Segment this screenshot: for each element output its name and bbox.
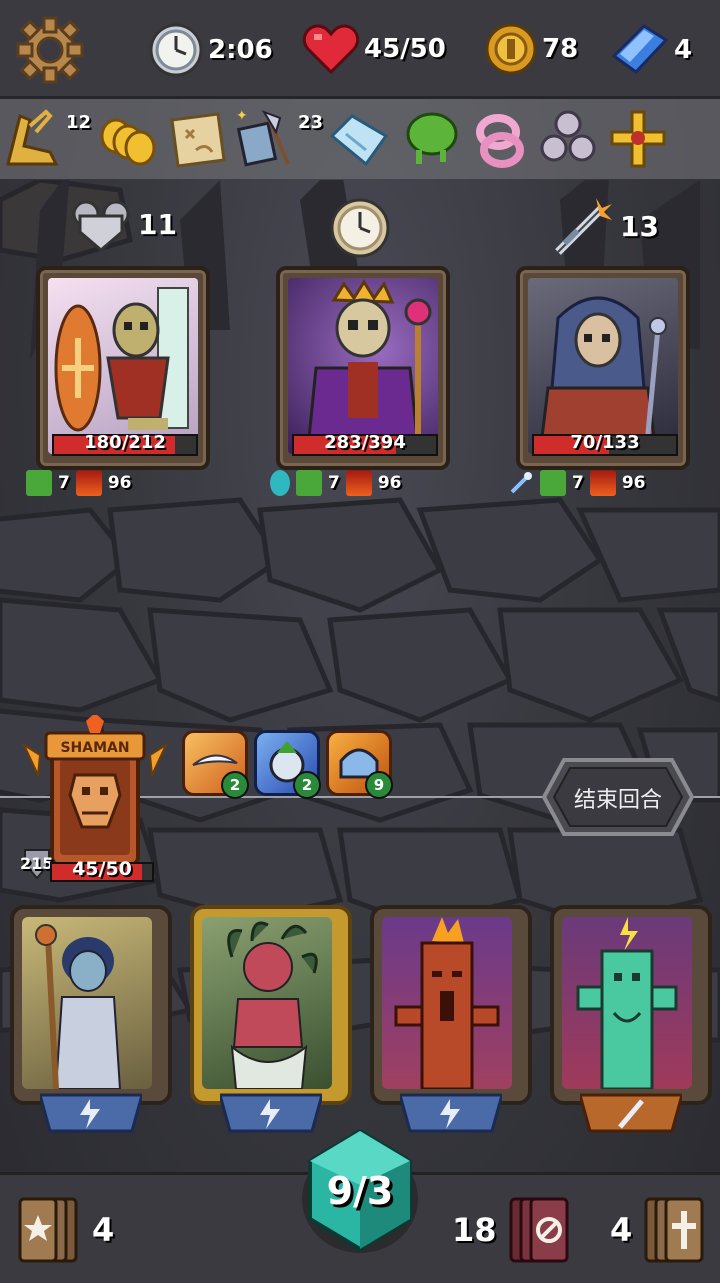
svg-text:✦: ✦ [236, 108, 248, 124]
clock-icon [149, 23, 203, 77]
wind-buff-count: 2 [221, 771, 249, 799]
discard-pile-count: 18 [452, 1211, 497, 1249]
settings-gear-icon[interactable] [14, 14, 86, 86]
poison-status-icon [26, 470, 52, 496]
gem-text: 4 [674, 35, 693, 65]
enemy-1-intent: 11 [70, 196, 177, 252]
card-2-art [202, 917, 332, 1089]
hooded-skeleton-mage-portrait [528, 278, 678, 454]
hero-class-label: SHAMAN [60, 740, 129, 756]
wind-buff-icon[interactable]: 2 [182, 730, 249, 799]
enemy-2-intent [328, 196, 392, 260]
coin-stack-icon[interactable] [96, 106, 160, 172]
end-turn-label: 结束回合 [573, 788, 662, 813]
discard-deck-icon [509, 1197, 569, 1263]
card-4-art [562, 917, 692, 1089]
gold-coin-icon [485, 23, 537, 75]
enemy-3-hp-text: 70/133 [570, 432, 640, 453]
exhaust-pile[interactable]: 4 [610, 1195, 706, 1265]
card-fire-totem[interactable] [370, 905, 532, 1137]
clock-intent-icon [330, 198, 390, 258]
burn-status-icon [75, 470, 102, 496]
enemy-skeleton-warrior[interactable]: 180/212 [36, 266, 210, 470]
star-deck-icon [18, 1197, 78, 1263]
enemy-skeleton-king[interactable]: 283/394 [276, 266, 450, 470]
pink-ring-icon[interactable] [468, 106, 532, 172]
card-staff-girl[interactable] [10, 905, 172, 1137]
green-slime-icon[interactable] [400, 106, 464, 172]
helmet-buff-icon[interactable]: 9 [326, 730, 393, 799]
health-display: 45/50 [302, 22, 446, 76]
enemy-3-hp-bar: 70/133 [532, 432, 678, 456]
timer-text: 2:06 [208, 35, 273, 65]
coin-stack-count: 12 [66, 112, 92, 133]
enemy-2-hp-bar: 283/394 [292, 432, 438, 456]
enemy-3-statuses: 7 96 [508, 470, 646, 496]
axe-book-count: 23 [298, 112, 324, 133]
enemy-1-poison-value: 7 [58, 473, 70, 493]
enemy-3-poison-value: 7 [572, 473, 584, 493]
clock-up-buff-icon[interactable]: 2 [254, 730, 321, 799]
golden-boot-icon[interactable] [0, 106, 64, 172]
energy-orb: 9/3 [300, 1125, 420, 1255]
poison-status-icon [296, 470, 322, 496]
enemy-1-statuses: 7 96 [26, 470, 132, 496]
energy-text: 9/3 [326, 1169, 394, 1213]
hero-armor-value: 215 [20, 854, 54, 873]
gold-text: 78 [542, 34, 579, 64]
enemy-1-hp-bar: 180/212 [52, 432, 198, 456]
enemy-3-intent-value: 13 [620, 209, 659, 243]
hero-hp-text: 45/50 [72, 858, 132, 880]
poison-status-icon [540, 470, 566, 496]
enemy-2-statuses: 7 96 [270, 470, 402, 496]
skull-gem-status-icon [270, 470, 290, 496]
triskelion-icon[interactable] [536, 106, 600, 172]
card-1-art [22, 917, 152, 1089]
helmet-buff-count: 9 [365, 771, 393, 799]
end-turn-button[interactable]: 结束回合 [540, 756, 696, 838]
clock-up-buff-count: 2 [293, 771, 321, 799]
lightning-type-icon [38, 1091, 144, 1135]
card-medusa[interactable] [190, 905, 352, 1137]
sword-type-icon [578, 1091, 684, 1135]
cross-deck-icon [644, 1197, 704, 1263]
axe-book-icon[interactable]: ✦ [232, 106, 296, 172]
enemy-2-burn-value: 96 [377, 473, 402, 493]
discard-pile[interactable]: 18 [452, 1195, 571, 1265]
timer-display: 2:06 [148, 22, 273, 78]
blue-gem-icon [611, 24, 669, 74]
card-lightning-totem[interactable] [550, 905, 712, 1137]
treasure-map-icon[interactable] [166, 106, 230, 172]
enemy-2-poison-value: 7 [328, 473, 340, 493]
skeleton-king-portrait [288, 278, 438, 454]
golden-cross-icon[interactable] [606, 106, 670, 172]
exhaust-pile-count: 4 [610, 1211, 633, 1249]
ice-shard-icon[interactable] [326, 106, 390, 172]
enemy-1-intent-value: 11 [138, 207, 177, 241]
gold-display: 78 [484, 22, 578, 76]
gem-display: 4 [610, 22, 692, 78]
shield-intent-icon [72, 200, 130, 252]
burn-status-icon [589, 470, 616, 496]
health-text: 45/50 [364, 34, 446, 64]
heart-icon [302, 24, 360, 75]
enemy-3-intent: 13 [552, 196, 659, 256]
enemy-2-hp-text: 283/394 [324, 432, 406, 453]
enemy-3-burn-value: 96 [621, 473, 646, 493]
card-3-art [382, 917, 512, 1089]
enemy-1-burn-value: 96 [107, 473, 132, 493]
draw-pile-count: 4 [92, 1211, 115, 1249]
hero-hp-bar: 45/50 [50, 858, 154, 882]
skeleton-warrior-portrait [48, 278, 198, 454]
wand-status-icon [508, 470, 534, 496]
enemy-1-hp-text: 180/212 [84, 432, 166, 453]
enemy-hooded-skeleton-mage[interactable]: 70/133 [516, 266, 690, 470]
draw-pile[interactable]: 4 [18, 1195, 114, 1265]
sword-attack-intent-icon [555, 198, 612, 255]
burn-status-icon [345, 470, 372, 496]
